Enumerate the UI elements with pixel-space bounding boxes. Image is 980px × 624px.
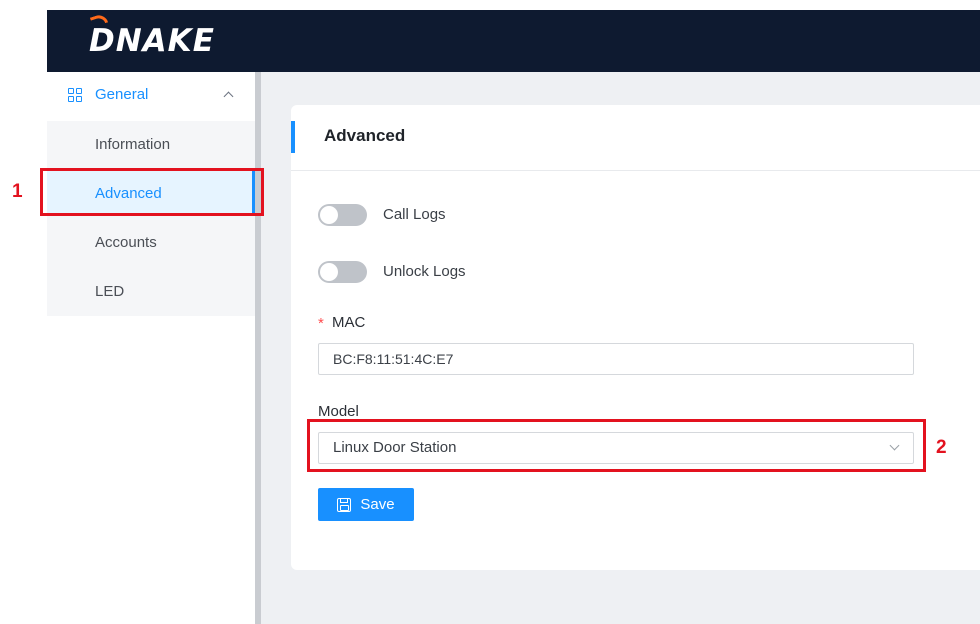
sidebar-item-accounts[interactable]: Accounts: [95, 234, 157, 251]
annotation-box-1: [40, 168, 264, 216]
call-logs-label: Call Logs: [383, 206, 446, 223]
divider: [291, 170, 980, 171]
annotation-number-2: 2: [936, 437, 947, 458]
unlock-logs-toggle[interactable]: [318, 261, 367, 283]
required-mark: *: [318, 315, 324, 332]
toggle-knob: [320, 263, 338, 281]
annotation-box-2: [307, 419, 926, 472]
sidebar-item-information[interactable]: Information: [95, 136, 170, 153]
logo: DNAKE: [89, 23, 215, 59]
save-button[interactable]: Save: [318, 488, 414, 521]
mac-input[interactable]: BC:F8:11:51:4C:E7: [318, 343, 914, 375]
mac-label: MAC: [332, 314, 366, 331]
app-window: DNAKE General Information Advanced Accou…: [0, 0, 980, 624]
save-icon: [337, 497, 352, 512]
annotation-number-1: 1: [12, 181, 23, 202]
top-bar: DNAKE: [47, 10, 980, 72]
sidebar-item-led[interactable]: LED: [95, 283, 124, 300]
call-logs-toggle[interactable]: [318, 204, 367, 226]
model-label: Model: [318, 403, 359, 420]
card-title: Advanced: [324, 126, 406, 145]
card-title-accent: [291, 121, 295, 153]
grid-icon: [68, 87, 82, 102]
sidebar-group-general[interactable]: General: [68, 86, 148, 103]
sidebar-group-label: General: [95, 86, 149, 103]
save-button-label: Save: [360, 496, 395, 513]
unlock-logs-label: Unlock Logs: [383, 263, 466, 280]
toggle-knob: [320, 206, 338, 224]
